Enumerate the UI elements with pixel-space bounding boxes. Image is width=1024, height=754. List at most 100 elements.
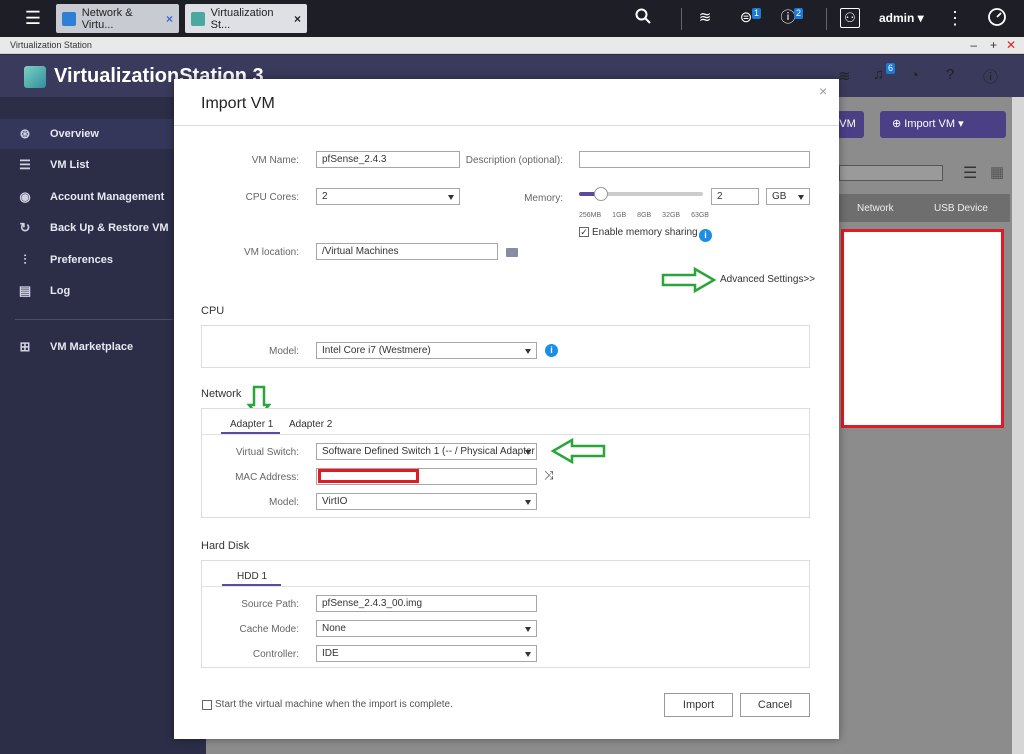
cpu-section-title: CPU — [201, 305, 225, 317]
help-icon[interactable]: ? — [946, 66, 954, 83]
dialog-title: Import VM — [201, 95, 275, 112]
backup-icon: ↻ — [19, 220, 31, 235]
close-tab-icon[interactable]: × — [166, 12, 173, 26]
stack-icon[interactable]: ≋ — [838, 67, 851, 85]
tasks-badge: 1 — [752, 8, 762, 19]
memory-unit-select[interactable]: GB — [766, 188, 810, 205]
highlight-box — [841, 229, 1004, 428]
shuffle-icon[interactable]: ⤨ — [544, 468, 554, 483]
mac-address-label: MAC Address: — [235, 472, 299, 483]
column-network: Network — [857, 203, 894, 214]
log-icon: ▤ — [18, 283, 32, 298]
cancel-button[interactable]: Cancel — [740, 693, 810, 717]
import-button[interactable]: Import — [664, 693, 733, 717]
filter-input[interactable] — [839, 165, 943, 181]
cache-mode-select[interactable]: None — [316, 620, 537, 637]
user-menu[interactable]: admin ▾ — [879, 11, 924, 25]
divider — [826, 8, 827, 30]
marketplace-icon: ⊞ — [19, 339, 31, 354]
cpu-model-info-icon[interactable]: i — [545, 344, 558, 357]
sidebar-item-label: VM Marketplace — [50, 341, 134, 353]
search-icon[interactable] — [632, 6, 654, 30]
top-bar: ☰ Network & Virtu... × Virtualization St… — [0, 0, 1024, 37]
green-arrow-right-annotation — [661, 267, 717, 293]
memory-tick: 63GB — [691, 212, 709, 219]
memory-tick: 32GB — [662, 212, 681, 219]
vm-name-input[interactable]: pfSense_2.4.3 — [316, 151, 460, 168]
cpu-model-label: Model: — [268, 346, 299, 357]
folder-icon[interactable] — [506, 248, 518, 257]
memory-sharing-info-icon[interactable]: i — [699, 229, 712, 242]
network-app-icon — [62, 11, 76, 26]
import-vm-button[interactable]: ⊕ Import VM ▾ — [880, 111, 1006, 138]
list-view-icon[interactable]: ☰ — [963, 163, 977, 183]
account-icon: ◉ — [19, 189, 31, 204]
hard-disk-section-title: Hard Disk — [201, 540, 250, 552]
dashboard-gauge-icon[interactable] — [985, 6, 1009, 32]
cache-mode-label: Cache Mode: — [239, 624, 299, 635]
import-vm-label: Import VM — [904, 118, 956, 130]
advanced-settings-link[interactable]: Advanced Settings>> — [720, 274, 815, 285]
tab-adapter-2[interactable]: Adapter 2 — [289, 419, 332, 430]
cpu-cores-label: CPU Cores: — [245, 192, 299, 203]
close-tab-icon[interactable]: × — [294, 12, 301, 26]
about-icon[interactable]: ⓘ — [983, 66, 998, 87]
memory-sharing-checkbox[interactable]: ✓ — [579, 227, 589, 237]
virtual-switch-select[interactable]: Software Defined Switch 1 (-- / Physical… — [316, 443, 537, 460]
divider — [681, 8, 682, 30]
minimize-button[interactable]: – — [970, 37, 977, 53]
start-vm-checkbox[interactable] — [202, 700, 212, 710]
scrollbar[interactable] — [1012, 97, 1024, 754]
sidebar-item-label: Preferences — [50, 254, 113, 266]
gauge-icon[interactable]: ◔ — [910, 67, 919, 84]
green-arrow-left-annotation — [550, 438, 606, 464]
column-usb-device: USB Device — [934, 203, 988, 214]
list-icon: ☰ — [19, 157, 31, 172]
tab-network-virtual[interactable]: Network & Virtu... × — [56, 4, 179, 33]
mac-highlight-box — [318, 469, 419, 483]
notification-bell-icon[interactable]: ♫ — [873, 66, 884, 83]
sidebar-item-label: Back Up & Restore VM — [50, 222, 169, 234]
hamburger-menu-icon[interactable]: ☰ — [22, 6, 44, 30]
tab-label: Network & Virtu... — [81, 6, 133, 31]
vm-location-label: VM location: — [243, 247, 299, 258]
net-model-select[interactable]: VirtIO — [316, 493, 537, 510]
cpu-model-select[interactable]: Intel Core i7 (Westmere) — [316, 342, 537, 359]
vm-name-label: VM Name: — [251, 155, 299, 166]
tab-adapter-1[interactable]: Adapter 1 — [230, 419, 273, 430]
controller-select[interactable]: IDE — [316, 645, 537, 662]
tab-virtualization-station[interactable]: Virtualization St... × — [185, 4, 307, 33]
sidebar-item-label: Account Management — [50, 191, 165, 203]
memory-input[interactable]: 2 — [711, 188, 759, 205]
memory-ticks: 256MB 1GB 8GB 32GB 63GB — [579, 212, 709, 219]
add-icon: ⊕ — [892, 118, 902, 130]
memory-label: Memory: — [524, 193, 563, 204]
sidebar-item-label: Overview — [50, 128, 99, 140]
notification-badge: 6 — [886, 63, 896, 74]
vm-location-input[interactable]: /Virtual Machines — [316, 243, 498, 260]
import-vm-dialog: Import VM × VM Name: pfSense_2.4.3 Descr… — [174, 79, 839, 739]
stack-icon[interactable]: ≋ — [694, 6, 716, 30]
source-path-input[interactable]: pfSense_2.4.3_00.img — [316, 595, 537, 612]
start-vm-label: Start the virtual machine when the impor… — [215, 699, 453, 710]
more-vertical-icon[interactable]: ⋮ — [944, 6, 966, 30]
memory-tick: 8GB — [637, 212, 652, 219]
grid-view-icon[interactable]: ▦ — [990, 163, 1004, 181]
app-logo-icon — [24, 66, 46, 88]
tab-label: Virtualization St... — [210, 6, 274, 31]
chevron-down-icon: ▾ — [958, 118, 964, 130]
memory-sharing-label: Enable memory sharing — [592, 227, 698, 238]
description-input[interactable] — [579, 151, 810, 168]
memory-slider-thumb[interactable] — [594, 187, 609, 201]
user-icon[interactable]: ⚇ — [840, 8, 860, 28]
controller-label: Controller: — [252, 649, 299, 660]
cpu-cores-select[interactable]: 2 — [316, 188, 460, 205]
tab-hdd-1[interactable]: HDD 1 — [237, 571, 267, 582]
description-label: Description (optional): — [465, 155, 563, 166]
source-path-label: Source Path: — [241, 599, 299, 610]
window-title-bar: Virtualization Station – + ✕ — [0, 37, 1024, 54]
maximize-button[interactable]: + — [990, 37, 997, 53]
close-dialog-button[interactable]: × — [819, 83, 827, 99]
info-badge: 2 — [794, 8, 804, 19]
close-window-button[interactable]: ✕ — [1006, 37, 1016, 53]
